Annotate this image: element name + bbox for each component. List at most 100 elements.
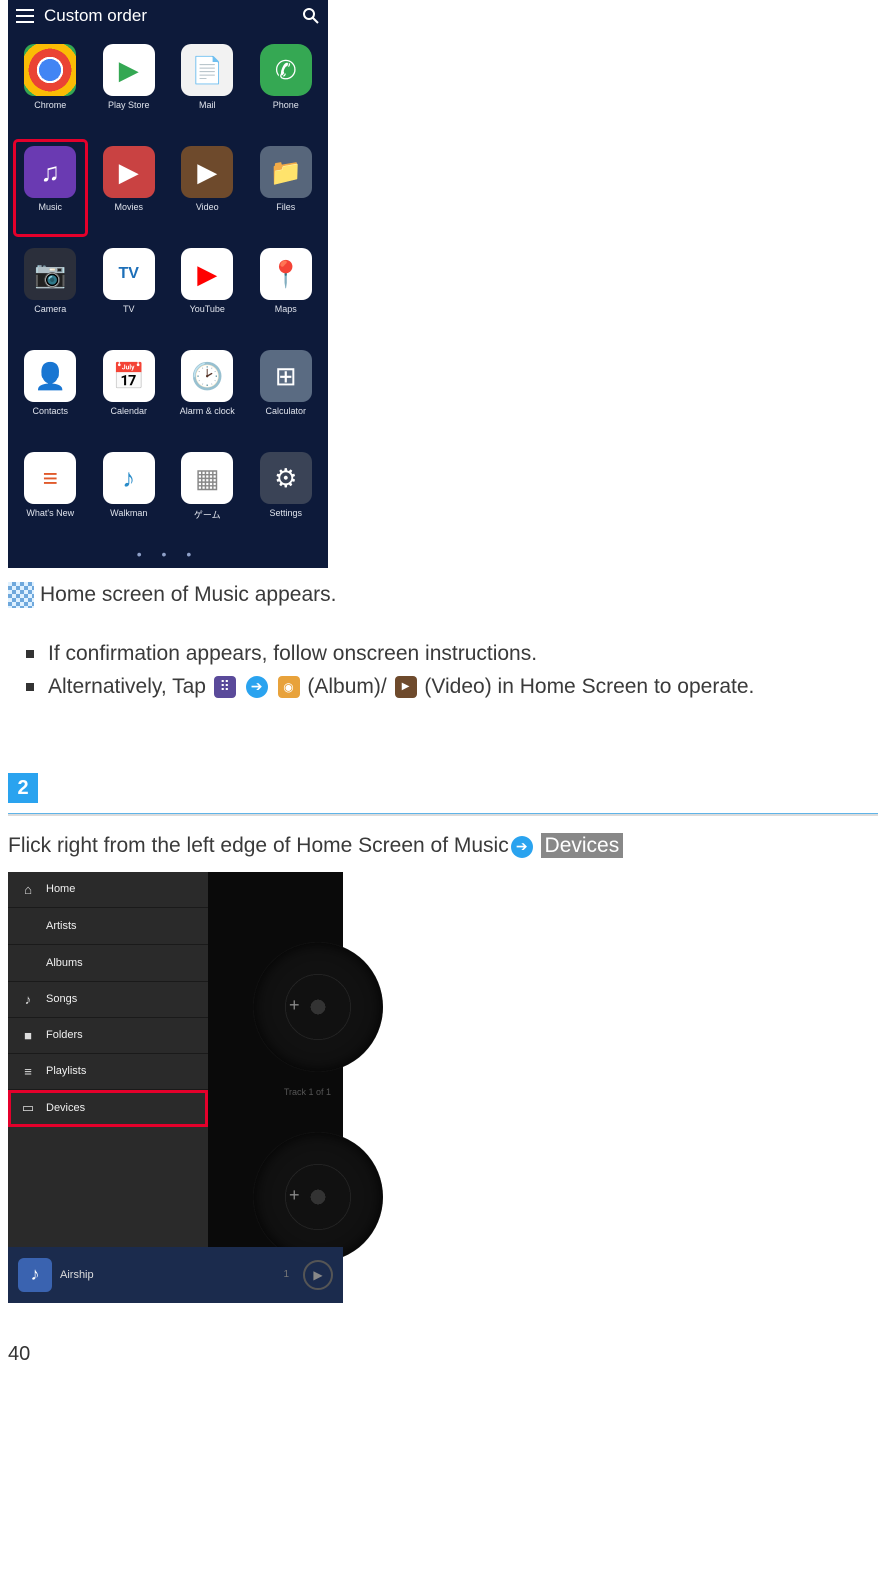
arrow-right-icon (246, 676, 268, 698)
drawer-spacer (8, 1127, 208, 1247)
apps-header-title: Custom order (44, 6, 292, 26)
drawer-item-label: Home (46, 883, 75, 895)
album-art-placeholder-icon (253, 1132, 383, 1262)
video-icon (395, 676, 417, 698)
apps-icon (214, 676, 236, 698)
app-cell[interactable]: What's New (14, 446, 87, 542)
step-separator (8, 813, 878, 816)
contacts-icon (24, 350, 76, 402)
app-cell[interactable]: Camera (14, 242, 87, 338)
note-item: If confirmation appears, follow onscreen… (26, 638, 878, 671)
result-text: Home screen of Music appears. (40, 583, 336, 607)
play-button-icon[interactable] (303, 1260, 333, 1290)
yt-icon (181, 248, 233, 300)
notes-list: If confirmation appears, follow onscreen… (26, 638, 878, 703)
app-cell[interactable]: Walkman (93, 446, 166, 542)
app-label: Walkman (110, 508, 147, 518)
app-label: Video (196, 202, 219, 212)
app-cell[interactable]: Video (171, 140, 244, 236)
drawer-item-songs[interactable]: ♪ Songs (8, 982, 208, 1018)
hamburger-icon[interactable] (16, 9, 34, 23)
app-cell[interactable]: ゲーム (171, 446, 244, 542)
app-label: Contacts (32, 406, 68, 416)
settings-icon (260, 452, 312, 504)
phone-status-bar: Custom order (8, 0, 328, 32)
now-playing-title: Airship (60, 1269, 275, 1281)
step-text-pre: Flick right from the left edge of Home S… (8, 834, 509, 857)
app-cell[interactable]: Calendar (93, 344, 166, 440)
note-text-post: (Video) in Home Screen to operate. (424, 675, 754, 698)
drawer-item-label: Artists (46, 920, 77, 932)
app-cell[interactable]: Chrome (14, 38, 87, 134)
maps-icon (260, 248, 312, 300)
app-label: YouTube (190, 304, 225, 314)
app-cell[interactable]: Files (250, 140, 323, 236)
cam-icon (24, 248, 76, 300)
checker-flag-icon (8, 582, 34, 608)
note-item: Alternatively, Tap (Album)/ (Video) in H… (26, 671, 878, 704)
app-label: ゲーム (194, 508, 221, 521)
app-label: Calendar (110, 406, 147, 416)
app-cell[interactable]: Settings (250, 446, 323, 542)
app-cell[interactable]: Music (14, 140, 87, 236)
drawer-item-artists[interactable]: ★Artists (8, 908, 208, 945)
doc-icon (181, 44, 233, 96)
album-icon (278, 676, 300, 698)
cal-icon (103, 350, 155, 402)
app-cell[interactable]: Contacts (14, 344, 87, 440)
app-cell[interactable]: TV (93, 242, 166, 338)
drawer-item-label: Albums (46, 957, 83, 969)
app-label: Play Store (108, 100, 150, 110)
phone-icon (260, 44, 312, 96)
now-playing-bar[interactable]: Airship 1 (8, 1247, 343, 1303)
app-label: Phone (273, 100, 299, 110)
app-grid: Chrome Play Store Mail Phone Music Movies Vide… (8, 32, 328, 544)
drawer-item-playlists[interactable]: ≡ Playlists (8, 1054, 208, 1090)
now-playing-art-icon (18, 1258, 52, 1292)
app-label: Mail (199, 100, 216, 110)
album-art-placeholder-icon (253, 942, 383, 1072)
grid-icon (181, 452, 233, 504)
app-label: What's New (26, 508, 74, 518)
tv-icon (103, 248, 155, 300)
drawer-item-label: Devices (46, 1102, 85, 1114)
app-label: Chrome (34, 100, 66, 110)
chrome-icon (24, 44, 76, 96)
search-icon[interactable] (302, 7, 320, 25)
track-count-text: Track 1 of 1 (284, 1087, 331, 1097)
drawer-item-folders[interactable]: ■Folders (8, 1018, 208, 1054)
music-home-underlay: Track 1 of 1 Track 1 of 1 (208, 872, 343, 1303)
step-number: 2 (17, 777, 28, 800)
app-cell[interactable]: Phone (250, 38, 323, 134)
step-instruction: Flick right from the left edge of Home S… (8, 830, 878, 862)
page-dots: • • • (8, 544, 328, 568)
app-label: Settings (269, 508, 302, 518)
app-cell[interactable]: YouTube (171, 242, 244, 338)
app-label: Maps (275, 304, 297, 314)
screenshot-music-drawer: Track 1 of 1 Track 1 of 1 ⌂Home★Artists★… (8, 872, 343, 1303)
drawer-item-albums[interactable]: ★Albums (8, 945, 208, 982)
app-label: Calculator (265, 406, 306, 416)
drawer-item-icon: ♪ (20, 992, 36, 1007)
movies-icon (103, 146, 155, 198)
app-cell[interactable]: Calculator (250, 344, 323, 440)
note-text-pre: Alternatively, Tap (48, 675, 212, 698)
drawer-item-icon: ■ (20, 1028, 36, 1043)
app-cell[interactable]: Alarm & clock (171, 344, 244, 440)
app-cell[interactable]: Mail (171, 38, 244, 134)
app-label: Music (38, 202, 62, 212)
drawer-item-label: Playlists (46, 1065, 86, 1077)
music-nav-drawer: ⌂Home★Artists★Albums ♪ Songs ■Folders ≡ Playl… (8, 872, 208, 1127)
app-cell[interactable]: Maps (250, 242, 323, 338)
app-label: Camera (34, 304, 66, 314)
note-text-album: (Album)/ (307, 675, 386, 698)
drawer-item-label: Songs (46, 993, 77, 1005)
app-cell[interactable]: Movies (93, 140, 166, 236)
app-cell[interactable]: Play Store (93, 38, 166, 134)
now-playing-time: 1 (283, 1269, 289, 1280)
drawer-item-icon: ≡ (20, 1064, 36, 1079)
music-icon (24, 146, 76, 198)
page-number: 40 (8, 1343, 878, 1366)
drawer-item-devices[interactable]: ▭Devices (8, 1090, 208, 1127)
drawer-item-home[interactable]: ⌂Home (8, 872, 208, 908)
